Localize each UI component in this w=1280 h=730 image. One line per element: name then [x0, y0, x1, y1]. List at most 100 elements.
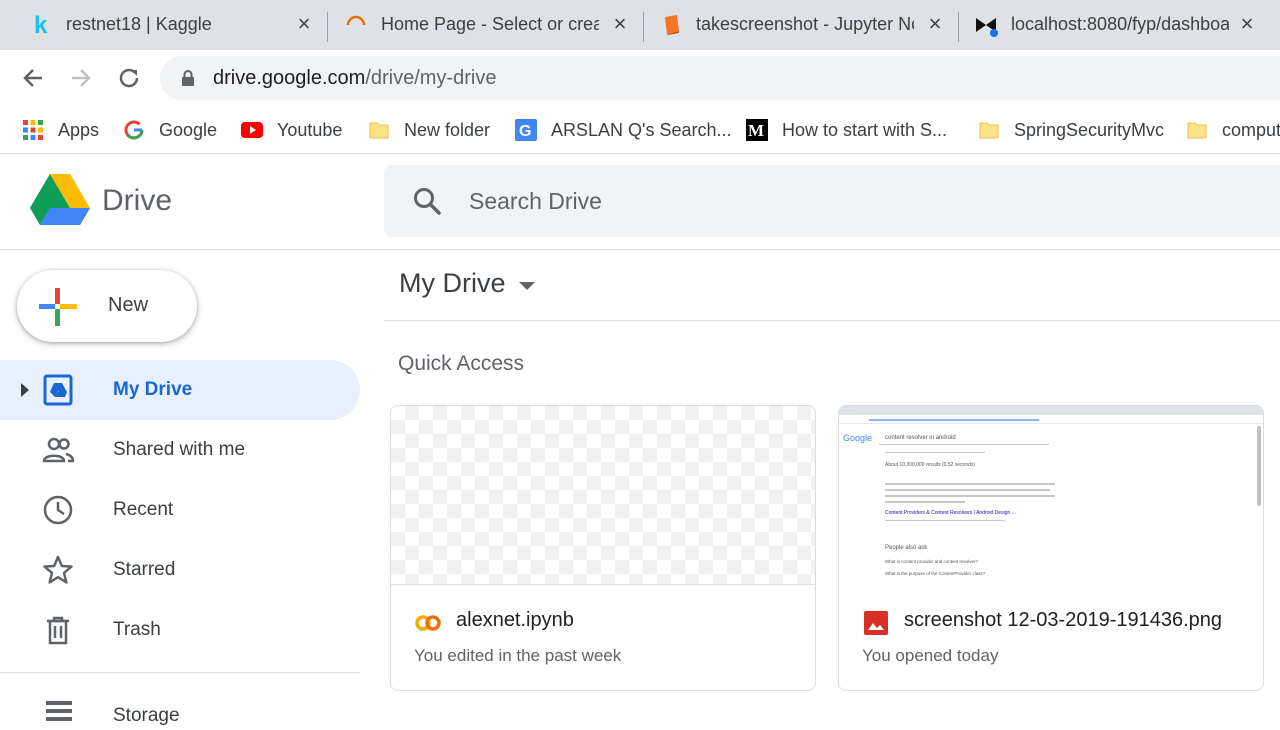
- colab-icon: [415, 615, 441, 631]
- address-bar[interactable]: drive.google.com/drive/my-drive: [160, 56, 1280, 100]
- file-name: screenshot 12-03-2019-191436.png: [904, 609, 1223, 631]
- url-text: drive.google.com/drive/my-drive: [213, 67, 496, 90]
- browser-tab-home-page[interactable]: Home Page - Select or create ×: [328, 0, 642, 50]
- preview-snippet-line: [885, 489, 1050, 491]
- lock-icon[interactable]: [178, 68, 198, 88]
- bookmark-computer[interactable]: computer: [1186, 114, 1280, 146]
- file-activity: You opened today: [862, 646, 999, 665]
- file-card-screenshot[interactable]: Google content resolver in android About…: [838, 405, 1264, 691]
- back-arrow-icon[interactable]: [17, 62, 49, 94]
- bookmark-arslan-search[interactable]: G ARSLAN Q's Search...: [515, 114, 732, 146]
- preview-result-count: About 10,300,000 results (0.52 seconds): [885, 462, 976, 468]
- sidebar-item-label: Shared with me: [113, 439, 246, 460]
- bookmark-label: Google: [159, 119, 218, 140]
- folder-icon: [1187, 122, 1207, 139]
- g-letter-icon: G: [515, 119, 537, 141]
- google-g-icon: [124, 120, 144, 140]
- drive-header: Drive Search Drive: [0, 154, 1280, 250]
- preview-snippet-line: [885, 520, 1005, 521]
- bookmark-apps[interactable]: Apps: [22, 114, 99, 146]
- new-button[interactable]: New: [17, 270, 197, 342]
- google-drive-logo-icon[interactable]: [30, 174, 90, 226]
- sidebar-item-storage[interactable]: Storage: [113, 705, 180, 727]
- browser-toolbar: drive.google.com/drive/my-drive: [0, 50, 1280, 106]
- bookmark-new-folder[interactable]: New folder: [368, 114, 490, 146]
- forward-arrow-icon[interactable]: [65, 62, 97, 94]
- expand-caret-icon[interactable]: [20, 382, 30, 398]
- preview-tab-strip: [839, 406, 1263, 415]
- file-thumbnail: [391, 406, 815, 585]
- people-icon: [42, 437, 74, 463]
- browser-tab-strip: k restnet18 | Kaggle × Home Page - Selec…: [0, 0, 1280, 50]
- url-path: /drive/my-drive: [365, 67, 497, 89]
- youtube-icon: [241, 122, 263, 138]
- page-title[interactable]: My Drive: [399, 268, 506, 299]
- bookmark-label: Youtube: [277, 119, 343, 140]
- bowtie-icon: [976, 18, 998, 37]
- preview-people-also-ask: People also ask: [885, 545, 928, 551]
- file-name: alexnet.ipynb: [456, 609, 574, 631]
- search-drive-box[interactable]: Search Drive: [384, 165, 1280, 237]
- bookmark-label: ARSLAN Q's Search...: [551, 119, 732, 140]
- browser-tab-jupyter[interactable]: takescreenshot - Jupyter Notebook ×: [644, 0, 958, 50]
- tab-title: takescreenshot - Jupyter Notebook: [696, 14, 914, 34]
- svg-text:M: M: [748, 121, 764, 140]
- reload-icon[interactable]: [113, 62, 145, 94]
- bookmark-spring-security[interactable]: SpringSecurityMvc: [978, 114, 1164, 146]
- tab-title: Home Page - Select or create: [381, 14, 599, 34]
- preview-question: What is the purpose of the ContentProvid…: [885, 571, 986, 576]
- multicolor-plus-icon: [39, 288, 77, 326]
- preview-url-line: [869, 419, 1039, 421]
- loading-spinner-icon: [346, 15, 366, 26]
- sidebar-item-my-drive[interactable]: My Drive: [0, 360, 360, 420]
- sidebar-item-label: Trash: [113, 619, 161, 640]
- bookmark-label: computer: [1222, 119, 1280, 140]
- preview-tabs-row: [885, 452, 985, 453]
- file-thumbnail: Google content resolver in android About…: [839, 406, 1263, 585]
- sidebar-item-label: Starred: [113, 559, 176, 580]
- bookmark-how-to-start[interactable]: M How to start with S...: [746, 114, 947, 146]
- close-tab-icon[interactable]: ×: [292, 13, 316, 37]
- sidebar-item-shared-with-me[interactable]: Shared with me: [0, 420, 360, 480]
- sidebar-item-label: Recent: [113, 499, 174, 520]
- file-card-alexnet[interactable]: alexnet.ipynb You edited in the past wee…: [390, 405, 816, 691]
- tab-title: restnet18 | Kaggle: [66, 14, 212, 34]
- svg-text:G: G: [519, 123, 531, 140]
- preview-search-query: content resolver in android: [885, 435, 956, 441]
- preview-search-underline: [879, 444, 1049, 445]
- preview-snippet-line: [885, 495, 1055, 497]
- close-tab-icon[interactable]: ×: [608, 13, 632, 37]
- storage-icon: [46, 701, 72, 721]
- sidebar-item-starred[interactable]: Starred: [0, 540, 360, 600]
- image-file-icon: [864, 611, 888, 635]
- close-tab-icon[interactable]: ×: [923, 13, 947, 37]
- browser-tab-localhost[interactable]: localhost:8080/fyp/dashboard ×: [959, 0, 1280, 50]
- bookmark-label: SpringSecurityMvc: [1014, 119, 1165, 140]
- url-host: drive.google.com: [213, 67, 366, 89]
- preview-result-title: Content Providers & Content Resolvers | …: [885, 510, 1016, 516]
- tab-title: localhost:8080/fyp/dashboard: [1011, 14, 1229, 34]
- file-activity: You edited in the past week: [414, 646, 622, 665]
- browser-tab-kaggle[interactable]: k restnet18 | Kaggle ×: [0, 0, 326, 50]
- preview-question: What is content provider and content res…: [885, 559, 979, 564]
- jupyter-book-icon: [665, 15, 679, 35]
- sidebar-item-trash[interactable]: Trash: [0, 600, 360, 660]
- search-icon[interactable]: [412, 186, 442, 216]
- new-button-label: New: [108, 294, 149, 316]
- bookmark-google[interactable]: Google: [123, 114, 217, 146]
- apps-grid-icon: [23, 120, 43, 140]
- folder-icon: [369, 122, 389, 139]
- search-input[interactable]: Search Drive: [469, 188, 602, 215]
- my-drive-icon: [43, 374, 73, 406]
- sidebar-divider: [0, 672, 360, 673]
- bookmark-youtube[interactable]: Youtube: [241, 114, 342, 146]
- bookmark-label: New folder: [404, 119, 491, 140]
- sidebar-item-recent[interactable]: Recent: [0, 480, 360, 540]
- close-tab-icon[interactable]: ×: [1235, 13, 1259, 37]
- chevron-down-icon[interactable]: [518, 281, 536, 291]
- drive-brand-title: Drive: [102, 184, 173, 217]
- preview-scrollbar: [1257, 426, 1261, 506]
- folder-icon: [979, 122, 999, 139]
- svg-text:k: k: [34, 13, 48, 37]
- preview-snippet-line: [885, 501, 965, 503]
